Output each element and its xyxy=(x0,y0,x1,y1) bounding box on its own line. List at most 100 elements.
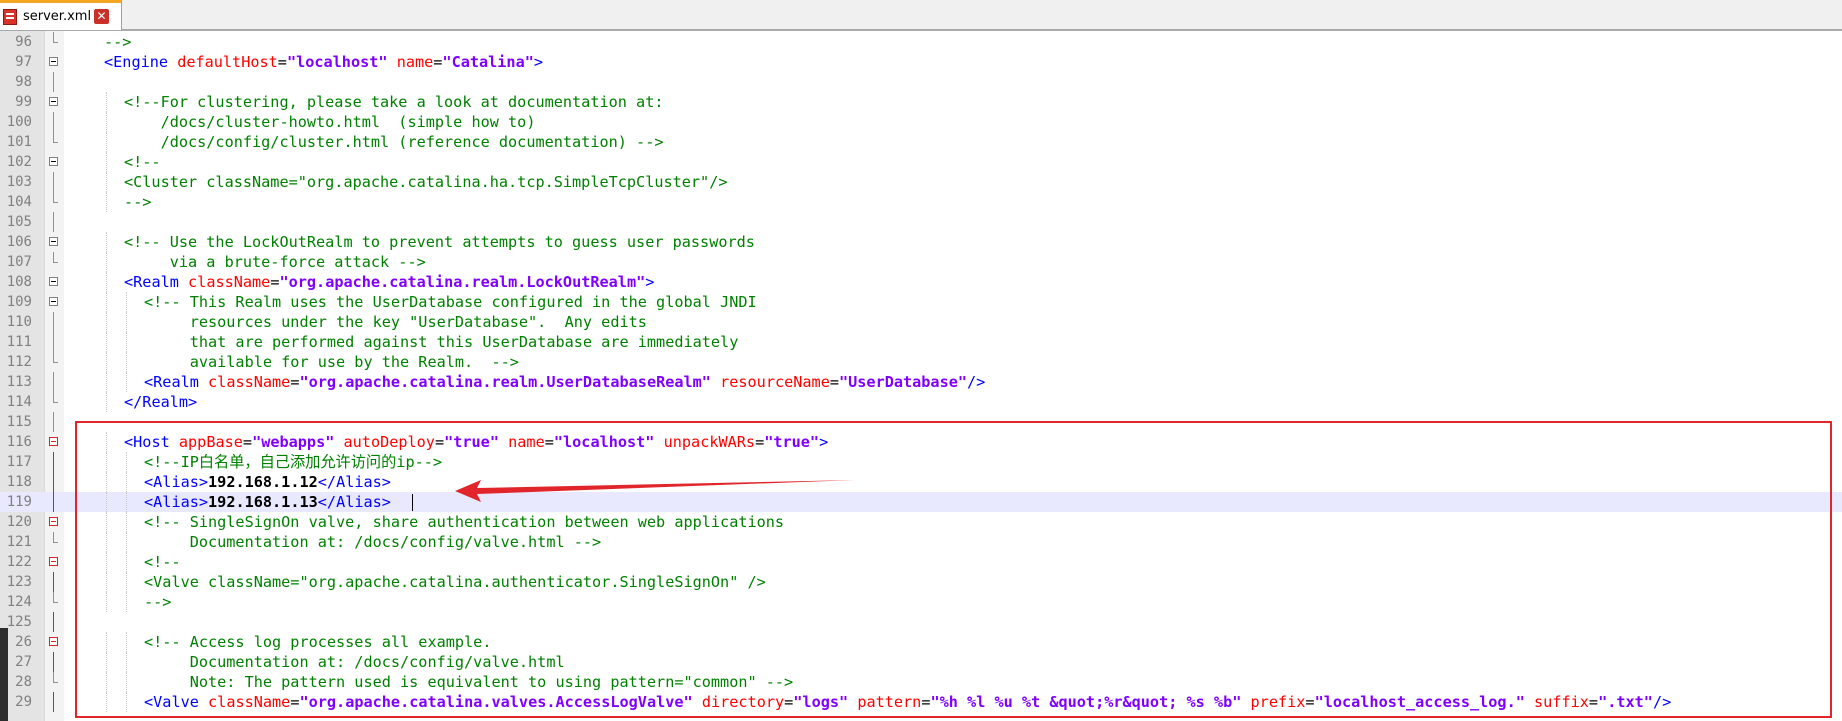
tag-name: Alias xyxy=(153,473,199,491)
code-line[interactable]: 102 <!-- xyxy=(0,152,1842,172)
attribute-name: resourceName xyxy=(720,373,830,391)
indent-guide xyxy=(126,572,128,592)
indent-guide xyxy=(126,652,128,672)
fold-toggle-icon[interactable] xyxy=(49,97,58,106)
code-line[interactable]: 109 <!-- This Realm uses the UserDatabase… xyxy=(0,292,1842,312)
tag-bracket: > xyxy=(188,393,198,411)
code-line[interactable]: 101 /docs/config/cluster.html (reference… xyxy=(0,132,1842,152)
equals-sign: = xyxy=(784,693,794,711)
code-text: <!-- xyxy=(124,152,161,172)
code-text: Documentation at: /docs/config/valve.htm… xyxy=(144,532,601,552)
indent-guide xyxy=(126,332,128,352)
code-line[interactable]: 121 Documentation at: /docs/config/valve… xyxy=(0,532,1842,552)
code-text: <!-- This Realm uses the UserDatabase co… xyxy=(144,292,757,312)
code-text: --> xyxy=(124,192,151,212)
line-number: 111 xyxy=(6,334,32,350)
line-number: 29 xyxy=(15,694,32,710)
code-line[interactable]: 119 <Alias>192.168.1.13</Alias> xyxy=(0,492,1842,512)
attribute-value: "logs" xyxy=(793,693,849,711)
code-line[interactable]: 107 via a brute-force attack --> xyxy=(0,252,1842,272)
indent-guide xyxy=(126,532,128,552)
indent-guide xyxy=(126,492,128,512)
code-line[interactable]: 98 xyxy=(0,72,1842,92)
code-line[interactable]: 104 --> xyxy=(0,192,1842,212)
fold-toggle-icon[interactable] xyxy=(49,57,58,66)
comment-text: <!--For clustering, please take a look a… xyxy=(124,93,664,111)
fold-toggle-icon[interactable] xyxy=(49,517,58,526)
code-text: <Realm className="org.apache.catalina.re… xyxy=(144,372,985,392)
code-line[interactable]: 113 <Realm className = "org.apache.catalina… xyxy=(0,372,1842,392)
comment-text: <!-- xyxy=(144,553,181,571)
fold-line-marker xyxy=(53,612,54,632)
code-line[interactable]: 108 <Realm className="org.apache.catalina… xyxy=(0,272,1842,292)
code-line[interactable]: 106 <!-- Use the LockOutRealm to prevent … xyxy=(0,232,1842,252)
attribute-name: suffix xyxy=(1534,693,1589,711)
indent-guide xyxy=(106,172,108,192)
indent-guide xyxy=(126,292,128,312)
code-line[interactable]: 103 <Cluster className="org.apache.catali… xyxy=(0,172,1842,192)
code-line[interactable]: 96 --> xyxy=(0,32,1842,52)
indent-guide xyxy=(126,312,128,332)
indent-guide xyxy=(106,192,108,212)
code-line[interactable]: 27 Documentation at: /docs/config/valve.… xyxy=(0,652,1842,672)
attribute-name: name xyxy=(508,433,545,451)
code-text: /docs/cluster-howto.html (simple how to) xyxy=(124,112,536,132)
code-text: </Realm> xyxy=(124,392,197,412)
indent-guide xyxy=(106,372,108,392)
tag-bracket: /> xyxy=(1652,693,1672,711)
attribute-name: unpackWARs xyxy=(663,433,756,451)
indent-guide xyxy=(126,452,128,472)
code-line[interactable]: 100 /docs/cluster-howto.html (simple how… xyxy=(0,112,1842,132)
code-line[interactable]: 28 Note: The pattern used is equivalent … xyxy=(0,672,1842,692)
code-line[interactable]: 97 <Engine defaultHost="localhost" name="… xyxy=(0,52,1842,72)
indent-guide xyxy=(126,472,128,492)
indent-guide xyxy=(126,512,128,532)
equals-sign: = xyxy=(1588,693,1599,711)
fold-toggle-icon[interactable] xyxy=(49,557,58,566)
fold-toggle-icon[interactable] xyxy=(49,237,58,246)
fold-toggle-icon[interactable] xyxy=(49,437,58,446)
code-editor[interactable]: 96 --> 97 <Engine defaultHost="localhost" n… xyxy=(0,32,1842,712)
fold-end-marker xyxy=(53,672,58,683)
equals-sign: = xyxy=(242,433,253,451)
line-number: 101 xyxy=(6,134,32,150)
tab-label: server.xml xyxy=(23,9,92,24)
code-line[interactable]: 99 <!--For clustering, please take a look… xyxy=(0,92,1842,112)
code-line[interactable]: 29 <Valve className = "org.apache.catalina.… xyxy=(0,692,1842,712)
code-line[interactable]: 122 <!-- xyxy=(0,552,1842,572)
code-line[interactable]: 114 </Realm> xyxy=(0,392,1842,412)
comment-text: <!-- Access log processes all example. xyxy=(144,633,492,651)
code-line[interactable]: 123 <Valve className="org.apache.catalina… xyxy=(0,572,1842,592)
fold-toggle-icon[interactable] xyxy=(49,157,58,166)
line-number: 120 xyxy=(6,514,32,530)
code-line[interactable]: 124 --> xyxy=(0,592,1842,612)
code-line[interactable]: 125 xyxy=(0,612,1842,632)
line-number: 125 xyxy=(6,614,32,630)
tab-server-xml[interactable]: server.xml ✕ xyxy=(0,0,122,30)
code-line[interactable]: 105 xyxy=(0,212,1842,232)
attribute-name: directory xyxy=(701,693,785,711)
fold-toggle-icon[interactable] xyxy=(49,277,58,286)
equals-sign: = xyxy=(434,433,445,451)
code-line[interactable]: 117 <!--IP白名单，自己添加允许访问的ip--> xyxy=(0,452,1842,472)
code-line[interactable]: 120 <!-- SingleSignOn valve, share authen… xyxy=(0,512,1842,532)
comment-text: resources under the key "UserDatabase". … xyxy=(144,313,647,331)
code-line[interactable]: 26 <!-- Access log processes all example. xyxy=(0,632,1842,652)
code-line[interactable]: 110 resources under the key "UserDatabas… xyxy=(0,312,1842,332)
fold-toggle-icon[interactable] xyxy=(49,297,58,306)
code-line[interactable]: 115 xyxy=(0,412,1842,432)
line-number: 102 xyxy=(6,154,32,170)
code-line[interactable]: 118 <Alias>192.168.1.12</Alias> xyxy=(0,472,1842,492)
comment-text: <Valve className="org.apache.catalina.au… xyxy=(144,573,766,591)
code-line[interactable]: 112 available for use by the Realm. --> xyxy=(0,352,1842,372)
code-text: <Realm className="org.apache.catalina.re… xyxy=(124,272,654,292)
code-line[interactable]: 111 that are performed against this User… xyxy=(0,332,1842,352)
line-number: 26 xyxy=(15,634,32,650)
code-line[interactable]: 116 <Host appBase="webapps" autoDeploy="t… xyxy=(0,432,1842,452)
close-icon[interactable]: ✕ xyxy=(94,9,110,24)
line-number: 119 xyxy=(6,494,32,510)
fold-toggle-icon[interactable] xyxy=(49,637,58,646)
fold-line-marker xyxy=(53,332,54,352)
